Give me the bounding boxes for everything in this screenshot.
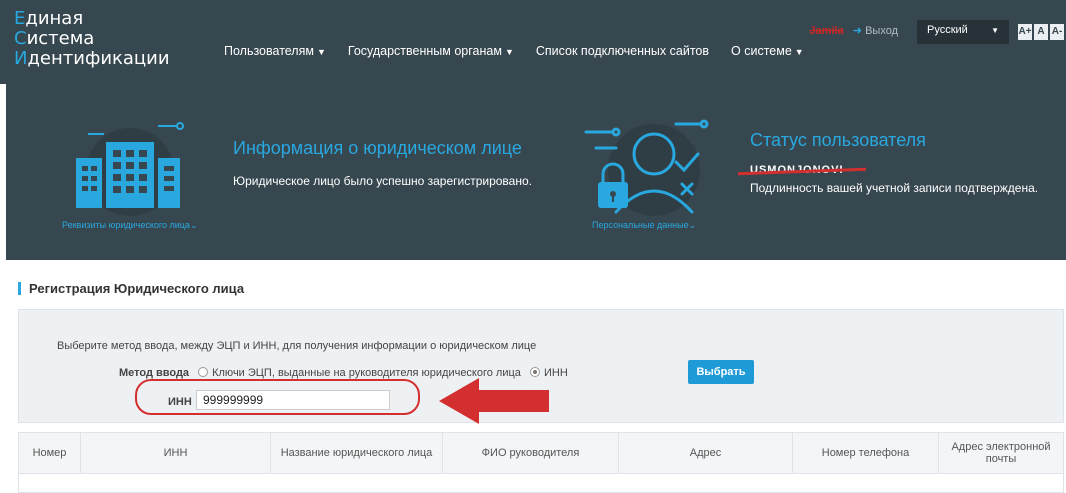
col-address[interactable]: Адрес — [619, 433, 793, 473]
radio-ecp[interactable] — [198, 367, 209, 377]
method-panel: Выберите метод ввода, между ЭЦП и ИНН, д… — [18, 309, 1064, 424]
col-number[interactable]: Номер — [19, 433, 81, 473]
main-nav: Пользователям ▼ Государственным органам ▼ … — [224, 44, 826, 58]
section-marker — [18, 282, 21, 295]
font-size-controls: A+ A A- — [1018, 24, 1064, 40]
logo-line-3: Идентификации — [14, 48, 170, 69]
user-status-title: Статус пользователя — [750, 130, 926, 150]
logo[interactable]: Единая Система Идентификации — [14, 9, 170, 69]
building-icon — [76, 122, 184, 216]
font-normal-button[interactable]: A — [1034, 24, 1048, 40]
col-email[interactable]: Адрес электронной почты — [939, 433, 1063, 473]
method-label: Метод ввода — [119, 367, 190, 379]
caret-down-icon: ▼ — [504, 47, 514, 57]
col-director[interactable]: ФИО руководителя — [443, 433, 619, 473]
logo-line-1: Единая — [14, 8, 84, 29]
caret-down-icon: ▼ — [991, 26, 999, 35]
nav-about[interactable]: О системе ▼ — [731, 44, 804, 58]
nav-connected-sites[interactable]: Список подключенных сайтов — [536, 44, 709, 58]
chevron-down-icon: ⌄ — [189, 220, 198, 230]
inn-input[interactable] — [196, 390, 390, 410]
top-header: Единая Система Идентификации Пользовател… — [0, 0, 1066, 84]
legal-info-title: Информация о юридическом лице — [233, 138, 522, 158]
info-banner: Реквизиты юридического лица⌄ Информация … — [6, 84, 1066, 260]
personal-data-link[interactable]: Персональные данные⌄ — [592, 220, 696, 231]
col-phone[interactable]: Номер телефона — [793, 433, 939, 473]
radio-inn[interactable] — [529, 367, 540, 377]
font-increase-button[interactable]: A+ — [1018, 24, 1032, 40]
section-title: Регистрация Юридического лица — [18, 281, 244, 296]
method-hint: Выберите метод ввода, между ЭЦП и ИНН, д… — [57, 340, 537, 352]
col-company-name[interactable]: Название юридического лица — [271, 433, 443, 473]
language-select[interactable]: Русский ▼ — [917, 20, 1009, 44]
caret-down-icon: ▼ — [794, 47, 804, 57]
language-value: Русский — [927, 24, 968, 36]
legal-info-text: Юридическое лицо было успешно зарегистри… — [233, 174, 532, 188]
chevron-down-icon: ⌄ — [688, 220, 697, 230]
requisites-link[interactable]: Реквизиты юридического лица⌄ — [62, 220, 197, 231]
nav-government[interactable]: Государственным органам ▼ — [348, 44, 514, 58]
verified-text: Подлинность вашей учетной записи подтвер… — [750, 181, 1039, 195]
logout-icon[interactable]: ➜ — [853, 25, 862, 37]
nav-users[interactable]: Пользователям ▼ — [224, 44, 326, 58]
logout-link[interactable]: Выход — [865, 25, 898, 37]
font-decrease-button[interactable]: A- — [1050, 24, 1064, 40]
results-table: Номер ИНН Название юридического лица ФИО… — [18, 432, 1064, 493]
user-name[interactable]: Jamila — [809, 25, 843, 37]
caret-down-icon: ▼ — [316, 47, 326, 57]
inn-label: ИНН — [168, 396, 192, 408]
red-arrow-annotation — [439, 378, 549, 424]
user-area: Jamila ➜ Выход — [809, 24, 898, 37]
logo-line-2: Система — [14, 28, 95, 49]
col-inn[interactable]: ИНН — [81, 433, 271, 473]
table-header: Номер ИНН Название юридического лица ФИО… — [19, 433, 1063, 474]
select-button[interactable]: Выбрать — [688, 360, 754, 384]
user-verified-icon — [584, 119, 709, 216]
